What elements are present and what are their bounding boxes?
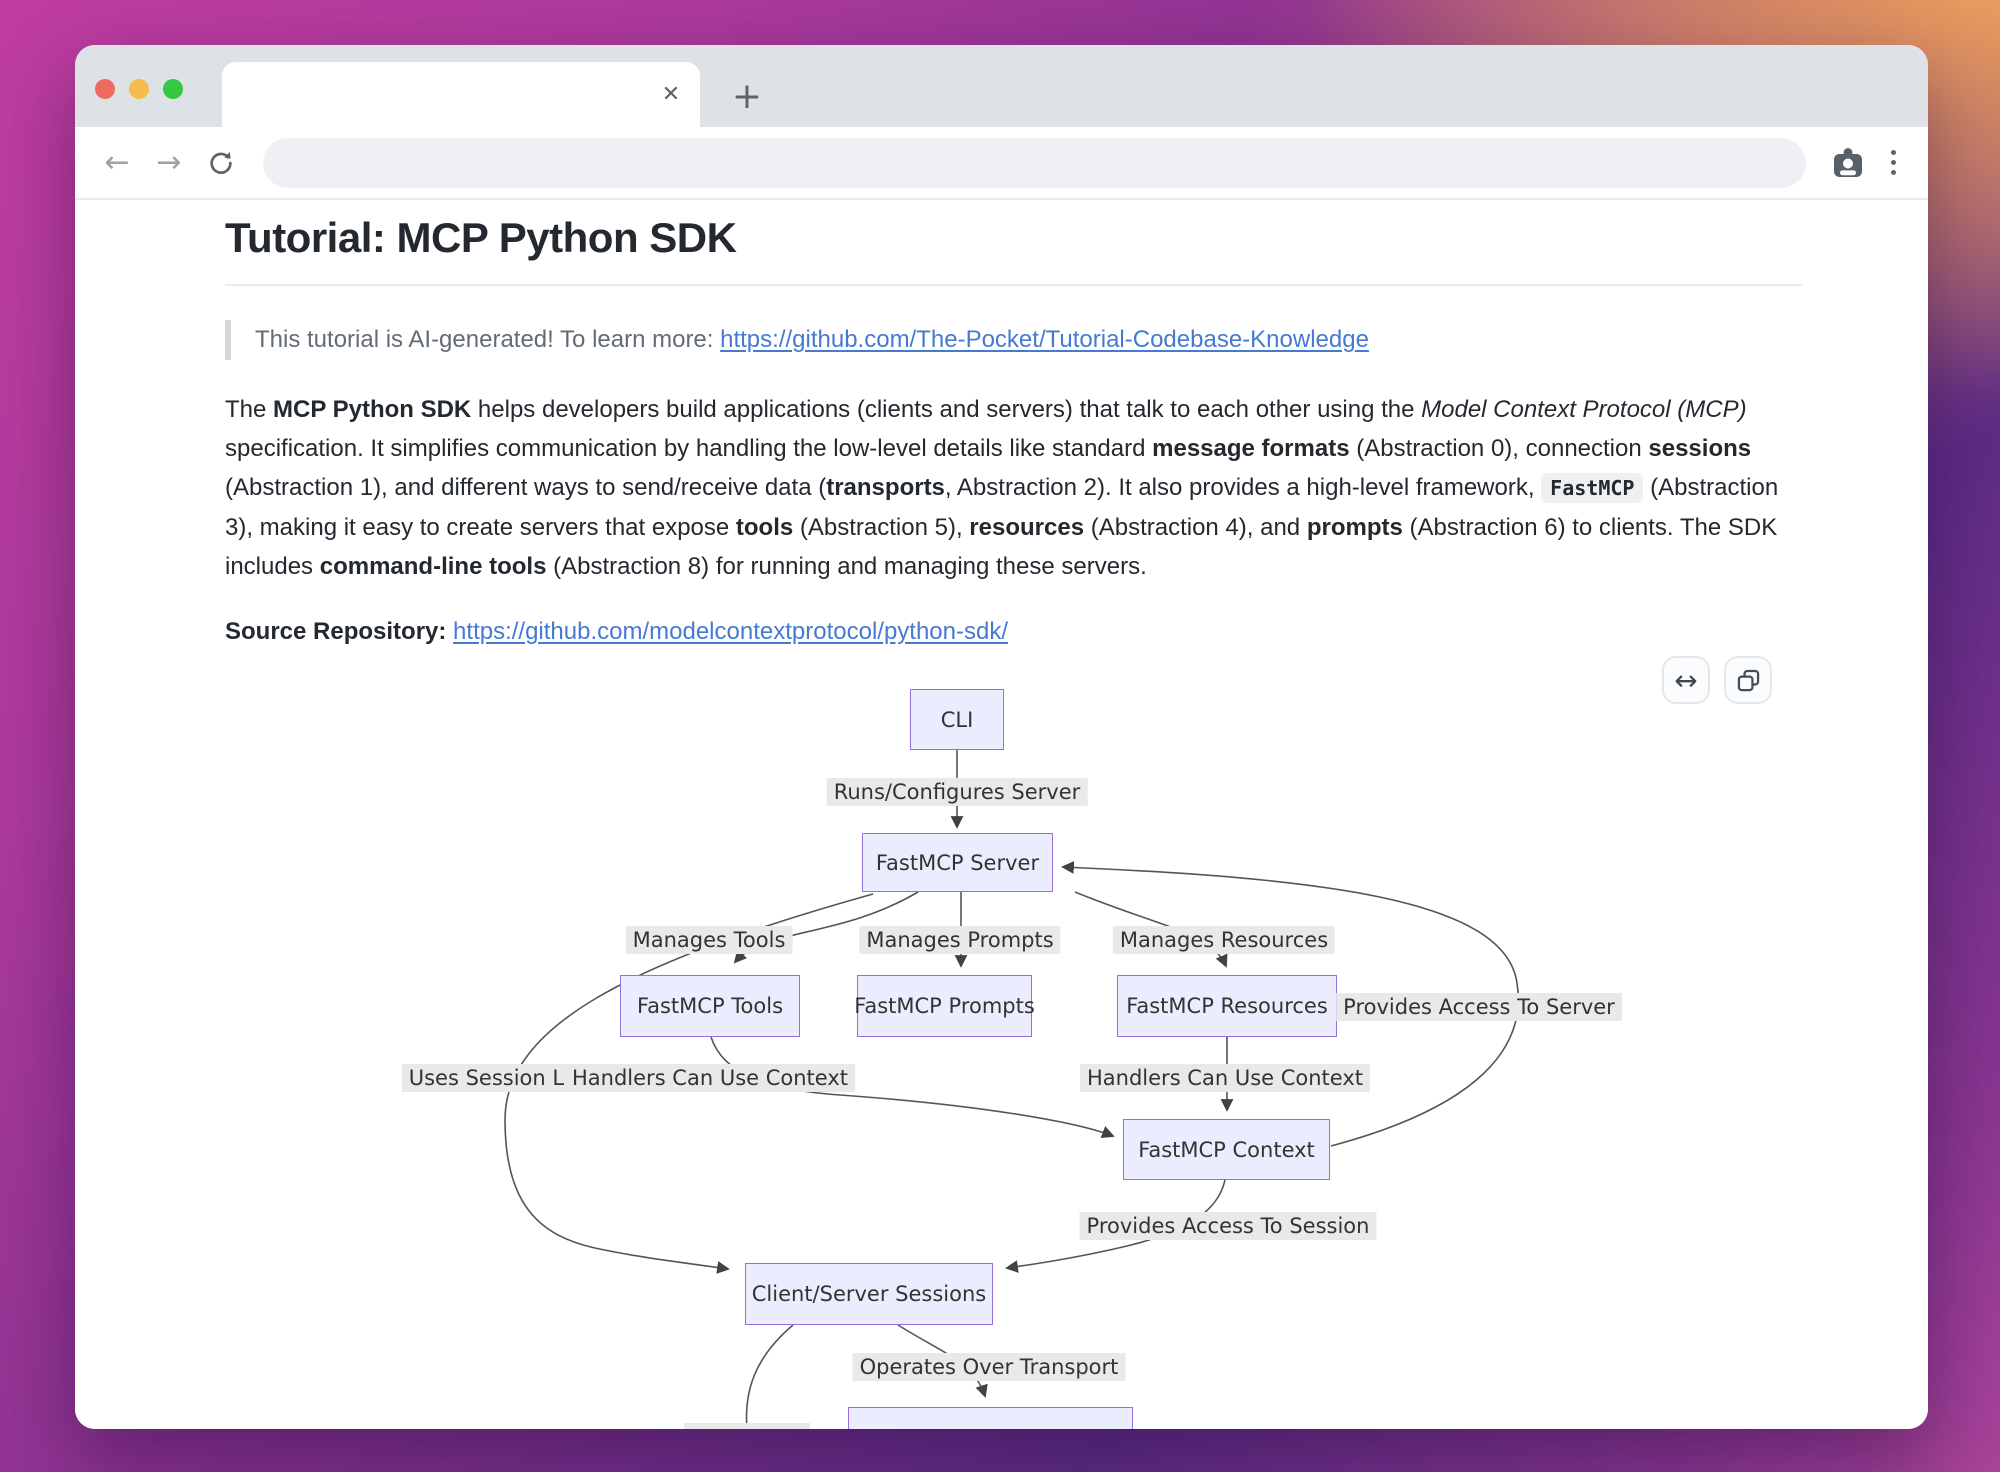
edge-sessions-bottomleft [747,1325,793,1429]
menu-dot-icon [1891,160,1896,165]
menu-button[interactable] [1878,141,1908,185]
browser-toolbar: ← → [75,127,1928,200]
back-arrow-icon: ← [104,145,129,180]
edge-label-manages-tools: Manages Tools [626,926,793,954]
maximize-window-button[interactable] [163,79,183,99]
page-content: Tutorial: MCP Python SDK This tutorial i… [75,200,1928,1429]
node-fastmcp-prompts[interactable]: FastMCP Prompts [857,975,1032,1037]
window-controls [95,79,183,99]
address-bar[interactable] [263,138,1806,188]
source-repository-line: Source Repository: https://github.com/mo… [225,618,1802,646]
page-title: Tutorial: MCP Python SDK [225,214,1802,262]
node-cli[interactable]: CLI [910,689,1004,750]
node-transport-cutoff[interactable] [848,1407,1133,1429]
profile-button[interactable] [1826,141,1870,185]
tab-close-icon[interactable]: ✕ [657,81,685,109]
edge-label-manages-resources: Manages Resources [1113,926,1335,954]
node-fastmcp-server[interactable]: FastMCP Server [862,833,1053,892]
new-tab-button[interactable]: + [725,75,769,119]
ai-note-text: This tutorial is AI-generated! To learn … [255,326,720,353]
menu-dot-icon [1891,170,1896,175]
diagram-edges [75,650,1928,1429]
reload-button[interactable] [199,141,243,185]
architecture-diagram: ↔ [75,650,1928,1429]
edge-label-handlers-can-use-context-left: Handlers Can Use Context [565,1064,855,1092]
ai-note-blockquote: This tutorial is AI-generated! To learn … [225,320,1802,360]
browser-tab[interactable]: ✕ [222,62,700,127]
profile-icon [1830,145,1866,181]
close-window-button[interactable] [95,79,115,99]
node-fastmcp-context[interactable]: FastMCP Context [1123,1119,1330,1180]
edge-label-provides-access-to-session: Provides Access To Session [1080,1212,1377,1240]
node-fastmcp-resources[interactable]: FastMCP Resources [1117,975,1337,1037]
edge-label-operates-over-transport: Operates Over Transport [853,1353,1126,1381]
title-divider [225,284,1802,286]
source-repository-link[interactable]: https://github.com/modelcontextprotocol/… [453,618,1008,645]
minimize-window-button[interactable] [129,79,149,99]
back-button[interactable]: ← [95,141,139,185]
forward-button[interactable]: → [147,141,191,185]
edge-label-cutoff [684,1423,810,1429]
intro-paragraph: The MCP Python SDK helps developers buil… [225,390,1802,586]
source-repository-label: Source Repository: [225,618,453,645]
node-fastmcp-tools[interactable]: FastMCP Tools [620,975,800,1037]
menu-dot-icon [1891,150,1896,155]
edge-label-manages-prompts: Manages Prompts [859,926,1060,954]
edge-label-handlers-can-use-context-right: Handlers Can Use Context [1080,1064,1370,1092]
ai-note-link[interactable]: https://github.com/The-Pocket/Tutorial-C… [720,326,1369,353]
forward-arrow-icon: → [156,145,181,180]
edge-label-runs-configures-server: Runs/Configures Server [827,778,1088,806]
reload-icon [207,149,235,177]
edge-label-provides-access-to-server: Provides Access To Server [1336,993,1622,1021]
node-client-server-sessions[interactable]: Client/Server Sessions [745,1263,993,1325]
browser-window: ✕ + ← → [75,45,1928,1429]
tab-strip: ✕ + [75,45,1928,127]
